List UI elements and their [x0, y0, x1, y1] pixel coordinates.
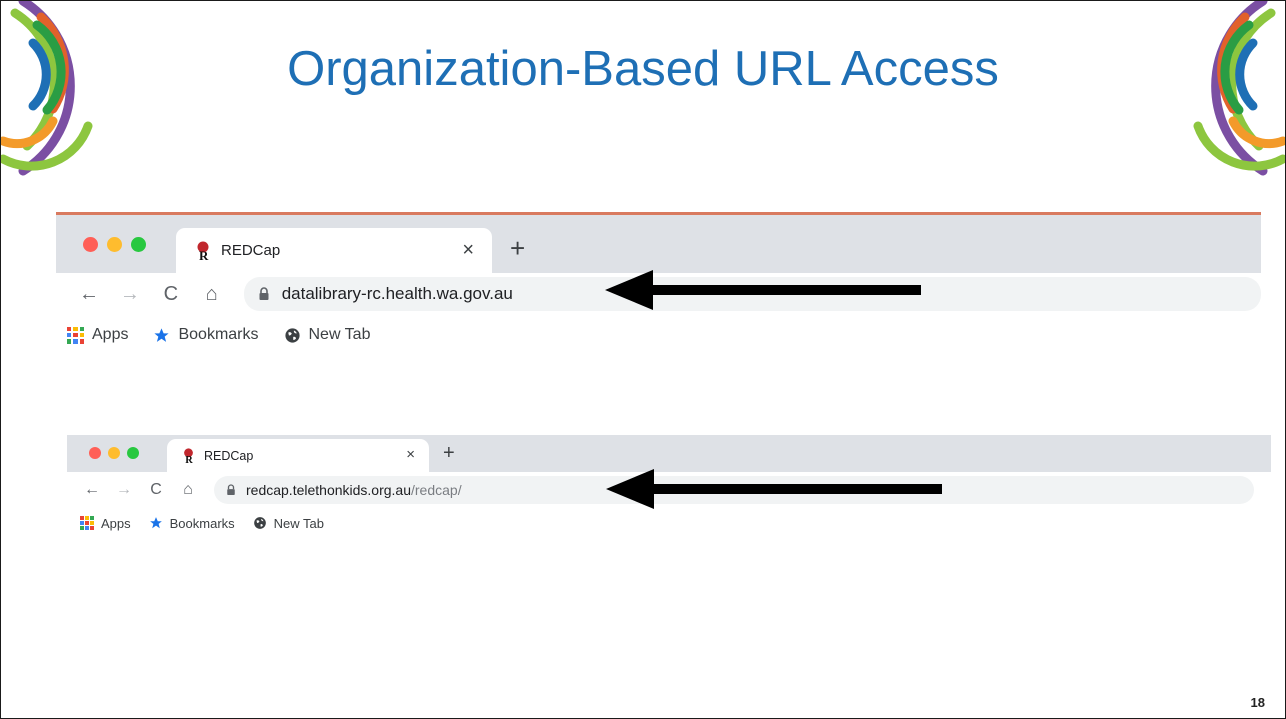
maximize-window-button[interactable]	[131, 237, 146, 252]
slide-title: Organization-Based URL Access	[287, 42, 999, 96]
reload-button[interactable]: C	[156, 279, 186, 309]
bookmark-bookmarks[interactable]: Bookmarks	[153, 326, 259, 344]
bookmark-new-tab[interactable]: New Tab	[253, 516, 324, 531]
bookmarks-bar: Apps Bookmarks New Tab	[56, 315, 1261, 355]
bookmark-label: Apps	[101, 515, 131, 531]
tab-redcap[interactable]: R REDCap ×	[167, 439, 429, 472]
close-window-button[interactable]	[89, 447, 101, 459]
reload-button[interactable]: C	[144, 478, 168, 502]
page-number: 18	[1250, 695, 1265, 710]
traffic-lights	[89, 447, 139, 459]
star-icon	[154, 327, 170, 342]
tab-title: REDCap	[221, 242, 281, 259]
bookmark-bookmarks[interactable]: Bookmarks	[149, 516, 235, 531]
pointer-arrow-2	[606, 469, 942, 509]
globe-icon	[253, 517, 266, 529]
slide: Organization-Based URL Access R REDCap ×…	[0, 0, 1286, 719]
traffic-lights	[83, 237, 146, 252]
bookmark-apps[interactable]: Apps	[80, 516, 131, 531]
new-tab-button[interactable]: +	[443, 443, 455, 463]
bookmark-label: Apps	[92, 326, 129, 343]
back-button[interactable]: ←	[80, 478, 104, 502]
close-tab-icon[interactable]: ×	[462, 239, 474, 262]
bookmarks-bar: Apps Bookmarks New Tab	[67, 508, 1271, 538]
apps-grid-icon	[80, 516, 94, 530]
redcap-logo-icon: R	[184, 447, 193, 464]
svg-text:R: R	[185, 455, 193, 464]
bookmark-label: Bookmarks	[178, 326, 259, 343]
home-button[interactable]: ⌂	[197, 279, 227, 309]
maximize-window-button[interactable]	[127, 447, 139, 459]
globe-icon	[284, 327, 300, 343]
pointer-arrow-1	[605, 270, 921, 310]
minimize-window-button[interactable]	[107, 237, 122, 252]
bookmark-new-tab[interactable]: New Tab	[284, 326, 371, 344]
svg-text:R: R	[199, 248, 209, 261]
redcap-logo-icon: R	[197, 241, 209, 261]
home-button[interactable]: ⌂	[176, 478, 200, 502]
forward-button[interactable]: →	[115, 279, 145, 309]
bookmark-label: New Tab	[273, 515, 325, 531]
tab-redcap[interactable]: R REDCap ×	[176, 228, 492, 273]
lock-icon	[227, 484, 235, 495]
bookmark-label: New Tab	[308, 326, 371, 343]
bookmark-label: Bookmarks	[169, 515, 235, 531]
url-host: redcap.telethonkids.org.au	[246, 482, 411, 498]
bookmark-apps[interactable]: Apps	[67, 326, 128, 344]
url-host: datalibrary-rc.health.wa.gov.au	[281, 284, 513, 303]
forward-button[interactable]: →	[112, 478, 136, 502]
new-tab-button[interactable]: +	[510, 235, 525, 261]
close-tab-icon[interactable]: ×	[406, 446, 415, 463]
apps-grid-icon	[67, 326, 84, 344]
star-icon	[149, 517, 162, 529]
tab-title: REDCap	[204, 448, 254, 463]
url-path: /redcap/	[411, 482, 462, 498]
tab-strip: R REDCap × +	[56, 215, 1261, 273]
minimize-window-button[interactable]	[108, 447, 120, 459]
back-button[interactable]: ←	[74, 279, 104, 309]
close-window-button[interactable]	[83, 237, 98, 252]
lock-icon	[259, 287, 269, 300]
